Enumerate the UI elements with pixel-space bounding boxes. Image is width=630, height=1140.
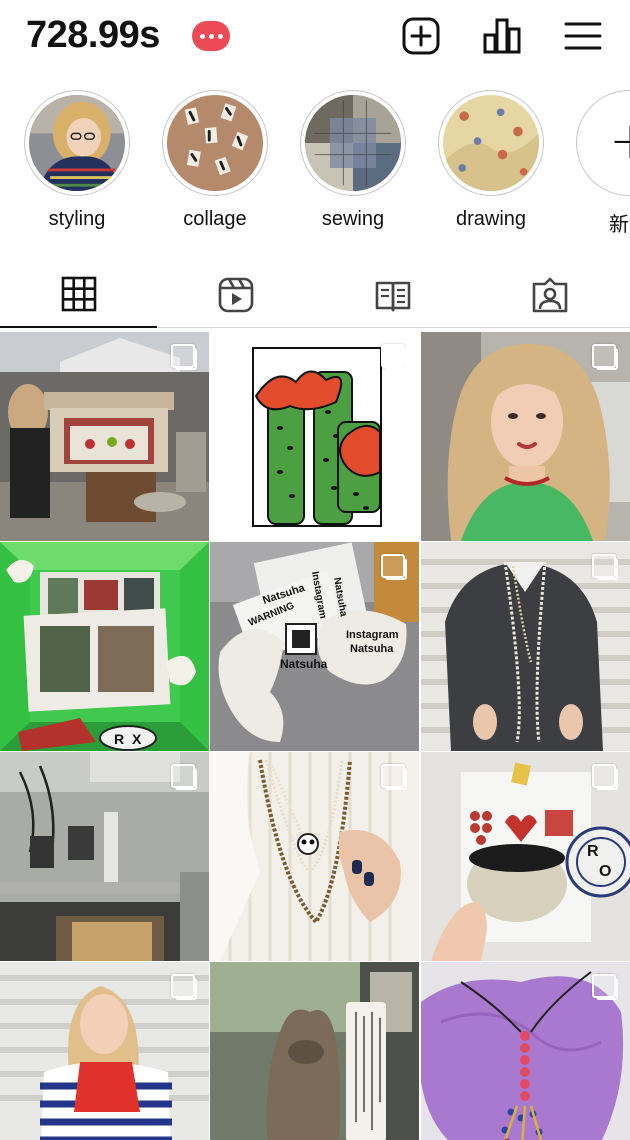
- reels-icon: [218, 277, 253, 313]
- plus-icon: +: [609, 115, 630, 167]
- highlight-label: collage: [183, 208, 247, 230]
- badge-dot: [208, 33, 214, 39]
- post-thumbnail[interactable]: [421, 962, 630, 1140]
- highlight-drawing[interactable]: drawing: [436, 90, 546, 231]
- posts-grid: R X Natsuha Instagram Natsuha WARNING Na…: [0, 332, 630, 1140]
- profile-header: 728.99s: [0, 0, 630, 78]
- highlight-sewing[interactable]: sewing: [298, 90, 408, 231]
- highlight-thumbnail: [443, 95, 539, 191]
- cutout-text: Natsuha: [350, 643, 394, 655]
- tagged-icon: [532, 277, 567, 313]
- post-thumbnail[interactable]: [421, 542, 630, 751]
- multi-post-icon: [592, 974, 618, 1000]
- tab-reels[interactable]: [157, 262, 314, 328]
- tab-posts-grid[interactable]: [0, 262, 157, 328]
- insights-icon[interactable]: [482, 16, 522, 56]
- post-thumbnail[interactable]: [0, 962, 209, 1140]
- username[interactable]: 728.99s: [26, 14, 160, 57]
- highlight-thumbnail: [305, 95, 401, 191]
- guides-icon: [375, 281, 410, 312]
- highlight-ring: [300, 90, 406, 196]
- multi-post-icon: [381, 344, 407, 370]
- grid-icon: [61, 276, 96, 312]
- post-thumbnail[interactable]: R O: [421, 752, 630, 961]
- multi-post-icon: [592, 764, 618, 790]
- multi-post-icon: [592, 554, 618, 580]
- cutout-text: Instagram: [346, 629, 399, 641]
- post-thumbnail[interactable]: R X: [0, 542, 209, 751]
- post-thumbnail[interactable]: [0, 332, 209, 541]
- multi-post-icon: [171, 344, 197, 370]
- sign-letter: R: [587, 843, 599, 860]
- post-thumbnail[interactable]: [0, 752, 209, 961]
- highlight-label: sewing: [321, 208, 385, 230]
- new-post-icon[interactable]: [401, 16, 441, 56]
- profile-tabs: [0, 262, 630, 328]
- post-thumbnail[interactable]: [210, 752, 419, 961]
- badge-dot: [199, 33, 205, 39]
- story-highlights: styling collage sewing drawing 新: [0, 90, 630, 240]
- sign-letter: X: [132, 731, 142, 747]
- highlight-new[interactable]: + 新規: [574, 90, 630, 237]
- highlight-collage[interactable]: collage: [160, 90, 270, 231]
- post-thumbnail[interactable]: [210, 962, 419, 1140]
- highlight-ring: +: [576, 90, 630, 196]
- highlight-label: drawing: [455, 208, 527, 230]
- tab-guides[interactable]: [314, 262, 471, 328]
- highlight-thumbnail: [167, 95, 263, 191]
- cutout-text: Natsuha: [280, 657, 328, 671]
- highlight-label: 新規: [609, 214, 630, 236]
- highlight-thumbnail: [29, 95, 125, 191]
- highlight-ring: [438, 90, 544, 196]
- menu-icon[interactable]: [563, 16, 603, 56]
- sign-letter: R: [114, 731, 124, 747]
- notification-badge[interactable]: [192, 21, 230, 51]
- multi-post-icon: [171, 974, 197, 1000]
- post-thumbnail[interactable]: [210, 332, 419, 541]
- multi-post-icon: [171, 764, 197, 790]
- highlight-label: styling: [48, 208, 106, 230]
- multi-post-icon: [592, 344, 618, 370]
- post-thumbnail[interactable]: [421, 332, 630, 541]
- sign-letter: O: [599, 863, 611, 880]
- badge-dot: [217, 33, 223, 39]
- highlight-styling[interactable]: styling: [22, 90, 132, 231]
- highlight-ring: [162, 90, 268, 196]
- post-thumbnail[interactable]: Natsuha Instagram Natsuha WARNING Natsuh…: [210, 542, 419, 751]
- highlight-ring: [24, 90, 130, 196]
- tab-tagged[interactable]: [471, 262, 628, 328]
- multi-post-icon: [381, 554, 407, 580]
- multi-post-icon: [381, 764, 407, 790]
